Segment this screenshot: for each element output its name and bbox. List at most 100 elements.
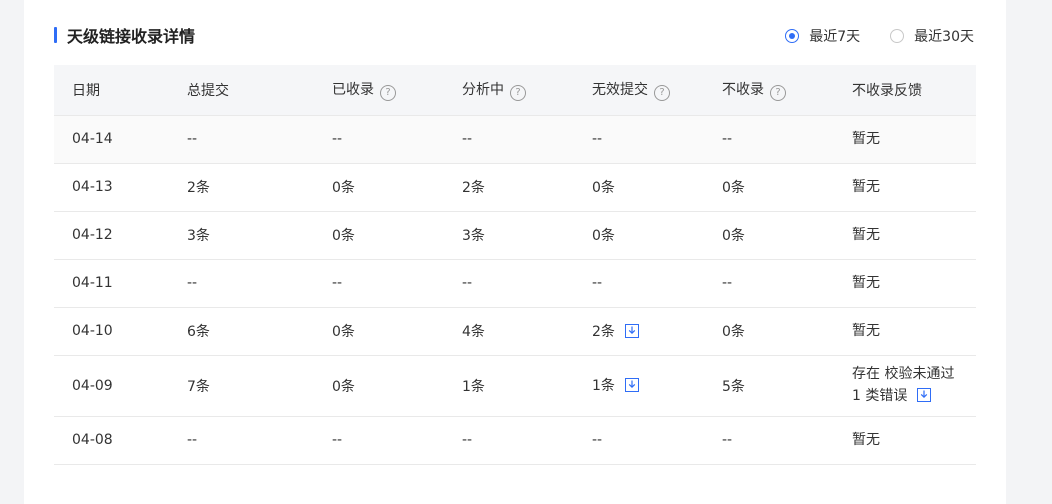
date-value: 04-08 [72, 432, 113, 448]
feedback-text: 暂无 [852, 176, 976, 198]
indexed-cell: -- [314, 259, 444, 308]
date-cell: 04-10 [54, 307, 169, 356]
not-indexed-cell: 0条 [704, 211, 834, 260]
invalid-submitted-cell: 2条 [574, 307, 704, 356]
not-indexed-value: -- [722, 432, 733, 448]
feedback-cell: 暂无 [834, 211, 976, 260]
feedback-value: 存在 校验未通过 [852, 365, 955, 382]
help-icon[interactable]: ? [510, 84, 526, 101]
download-icon[interactable] [624, 378, 639, 396]
feedback-cell: 暂无 [834, 307, 976, 356]
help-icon[interactable]: ? [770, 84, 786, 101]
not-indexed-cell: 0条 [704, 163, 834, 212]
analyzing-value: 3条 [462, 228, 485, 244]
invalid-submitted-cell: 1条 [574, 355, 704, 417]
column-header-label: 分析中 [462, 81, 504, 98]
column-header: 已收录? [314, 65, 444, 116]
download-icon[interactable] [917, 387, 932, 409]
column-header: 无效提交? [574, 65, 704, 116]
total-submitted-value: 2条 [187, 180, 210, 196]
column-header-label: 不收录 [722, 81, 764, 98]
table-row: 04-09 7条 0条 1条 1条 5条 存在 校验未通过 1 类错误 [54, 355, 976, 417]
table-row: 04-14 -- -- -- -- -- 暂无 [54, 115, 976, 164]
date-cell: 04-14 [54, 115, 169, 164]
feedback-text: 存在 校验未通过 [852, 363, 976, 385]
feedback-text: 1 类错误 [852, 385, 976, 409]
analyzing-cell: -- [444, 115, 574, 164]
not-indexed-cell: -- [704, 259, 834, 308]
table-body: 04-14 -- -- -- -- -- 暂无 04-13 2条 0条 2条 0条 0条 暂无 04-12 3… [54, 115, 976, 465]
help-icon[interactable]: ? [380, 84, 396, 101]
radio-selected-icon[interactable] [785, 29, 800, 43]
analyzing-cell: 3条 [444, 211, 574, 260]
date-value: 04-09 [72, 377, 113, 394]
feedback-text: 暂无 [852, 320, 976, 342]
date-cell: 04-09 [54, 355, 169, 417]
not-indexed-value: 0条 [722, 228, 745, 244]
column-header: 日期 [54, 65, 169, 116]
total-submitted-value: 6条 [187, 324, 210, 340]
total-submitted-cell: -- [169, 115, 314, 164]
feedback-cell: 暂无 [834, 163, 976, 212]
date-cell: 04-11 [54, 259, 169, 308]
invalid-submitted-cell: 0条 [574, 163, 704, 212]
range-option-30days[interactable]: 最近30天 [890, 26, 974, 46]
help-icon[interactable]: ? [654, 84, 670, 101]
indexed-cell: -- [314, 115, 444, 164]
table-row: 04-11 -- -- -- -- -- 暂无 [54, 259, 976, 308]
download-icon[interactable] [624, 323, 639, 342]
indexed-value: 0条 [332, 378, 355, 395]
date-cell: 04-13 [54, 163, 169, 212]
not-indexed-cell: -- [704, 416, 834, 465]
feedback-text: 暂无 [852, 429, 976, 451]
invalid-submitted-value: 0条 [592, 180, 615, 196]
indexed-value: 0条 [332, 324, 355, 340]
column-header: 总提交 [169, 65, 314, 116]
table-row: 04-08 -- -- -- -- -- 暂无 [54, 416, 976, 465]
feedback-text: 暂无 [852, 224, 976, 246]
indexed-value: -- [332, 131, 343, 147]
column-header-label: 日期 [72, 82, 100, 99]
indexed-cell: 0条 [314, 163, 444, 212]
index-detail-table: 日期 总提交 已收录? 分析中? 无效提交? 不收录? 不收录反馈 04-14 -- -- -- -… [54, 65, 976, 465]
analyzing-cell: 2条 [444, 163, 574, 212]
range-option-label: 最近7天 [809, 29, 861, 45]
column-header-label: 无效提交 [592, 81, 648, 98]
analyzing-cell: 1条 [444, 355, 574, 417]
not-indexed-cell: 0条 [704, 307, 834, 356]
invalid-submitted-value: 0条 [592, 228, 615, 244]
feedback-text: 暂无 [852, 128, 976, 150]
section-title: 天级链接收录详情 [67, 27, 196, 46]
invalid-submitted-value: -- [592, 275, 603, 291]
indexed-cell: 0条 [314, 211, 444, 260]
indexed-value: -- [332, 432, 343, 448]
column-header: 不收录? [704, 65, 834, 116]
date-cell: 04-12 [54, 211, 169, 260]
indexed-cell: 0条 [314, 307, 444, 356]
indexed-value: 0条 [332, 228, 355, 244]
analyzing-value: 2条 [462, 180, 485, 196]
not-indexed-value: 0条 [722, 180, 745, 196]
column-header: 分析中? [444, 65, 574, 116]
feedback-value: 暂无 [852, 432, 880, 448]
analyzing-cell: 4条 [444, 307, 574, 356]
feedback-value: 暂无 [852, 179, 880, 195]
total-submitted-cell: 3条 [169, 211, 314, 260]
analyzing-cell: -- [444, 416, 574, 465]
feedback-value: 暂无 [852, 275, 880, 291]
feedback-cell: 存在 校验未通过 1 类错误 [834, 355, 976, 417]
invalid-submitted-value: -- [592, 131, 603, 147]
date-value: 04-14 [72, 131, 113, 147]
radio-unselected-icon[interactable] [890, 29, 905, 43]
feedback-value: 1 类错误 [852, 387, 908, 404]
indexed-cell: -- [314, 416, 444, 465]
table-row: 04-10 6条 0条 4条 2条 0条 暂无 [54, 307, 976, 356]
total-submitted-value: 7条 [187, 378, 210, 395]
range-option-7days[interactable]: 最近7天 [785, 26, 860, 46]
analyzing-cell: -- [444, 259, 574, 308]
invalid-submitted-cell: -- [574, 259, 704, 308]
invalid-submitted-cell: -- [574, 115, 704, 164]
date-value: 04-13 [72, 179, 113, 195]
section-header: 天级链接收录详情 [54, 24, 195, 46]
feedback-value: 暂无 [852, 227, 880, 243]
